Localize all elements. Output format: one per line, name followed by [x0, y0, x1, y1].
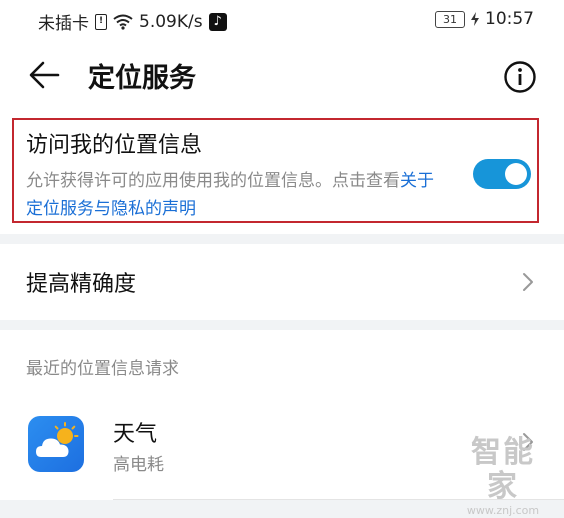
watermark-main: 智能家	[471, 435, 535, 504]
chevron-right-icon	[523, 273, 533, 291]
location-access-description: 允许获得许可的应用使用我的位置信息。点击查看关于定位服务与隐私的声明	[26, 167, 446, 223]
weather-app-icon	[28, 416, 84, 472]
description-text: 允许获得许可的应用使用我的位置信息。点击查看	[26, 171, 400, 191]
info-icon[interactable]	[503, 60, 537, 94]
wifi-icon	[113, 14, 133, 30]
sim-icon: !	[95, 13, 107, 30]
location-access-card: 访问我的位置信息 允许获得许可的应用使用我的位置信息。点击查看关于定位服务与隐私…	[0, 112, 564, 234]
location-access-toggle[interactable]	[473, 159, 531, 189]
app-name: 天气	[113, 422, 158, 447]
watermark: 智能家 www.znj.com	[458, 436, 548, 518]
location-access-title: 访问我的位置信息	[26, 133, 203, 158]
battery-icon: 31	[435, 10, 465, 28]
app-header: 定位服务	[0, 40, 564, 112]
back-arrow-icon[interactable]	[28, 58, 62, 92]
carrier-text: 未插卡	[38, 14, 89, 34]
status-left: 未插卡 ! 5.09K/s ♪	[38, 9, 227, 34]
battery-level: 31	[443, 12, 457, 26]
toggle-knob	[505, 163, 527, 185]
accuracy-row[interactable]: 提高精确度	[0, 244, 564, 320]
page-title: 定位服务	[88, 63, 196, 94]
charging-icon	[471, 12, 479, 26]
cloud-sun-icon	[36, 422, 79, 457]
recent-requests-header: 最近的位置信息请求	[26, 359, 179, 379]
clock: 10:57	[485, 9, 534, 29]
watermark-sub: www.znj.com	[466, 504, 540, 517]
accuracy-label: 提高精确度	[26, 272, 137, 297]
status-bar: 未插卡 ! 5.09K/s ♪ 31 10:57	[0, 0, 564, 40]
network-speed: 5.09K/s	[139, 11, 203, 32]
app-usage: 高电耗	[113, 455, 164, 475]
status-right: 31 10:57	[435, 9, 534, 29]
tiktok-icon: ♪	[208, 12, 227, 31]
